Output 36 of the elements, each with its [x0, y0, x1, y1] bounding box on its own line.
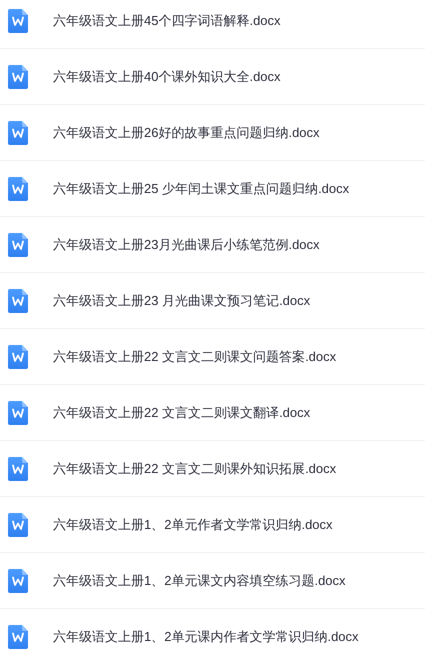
word-document-icon — [8, 120, 28, 144]
word-document-icon — [8, 456, 28, 480]
file-name: 六年级语文上册1、2单元作者文学常识归纳.docx — [53, 516, 333, 534]
file-row[interactable]: 六年级语文上册1、2单元作者文学常识归纳.docx — [0, 497, 425, 553]
file-row[interactable]: 六年级语文上册23月光曲课后小练笔范例.docx — [0, 217, 425, 273]
word-document-icon — [8, 568, 28, 592]
file-name: 六年级语文上册22 文言文二则课文问题答案.docx — [53, 348, 336, 366]
file-row[interactable]: 六年级语文上册26好的故事重点问题归纳.docx — [0, 105, 425, 161]
file-row[interactable]: 六年级语文上册22 文言文二则课文问题答案.docx — [0, 329, 425, 385]
file-name: 六年级语文上册23 月光曲课文预习笔记.docx — [53, 292, 310, 310]
word-document-icon — [8, 288, 28, 312]
file-name: 六年级语文上册23月光曲课后小练笔范例.docx — [53, 236, 320, 254]
file-name: 六年级语文上册1、2单元课内作者文学常识归纳.docx — [53, 628, 359, 646]
file-row[interactable]: 六年级语文上册1、2单元课内作者文学常识归纳.docx — [0, 609, 425, 660]
file-name: 六年级语文上册26好的故事重点问题归纳.docx — [53, 124, 320, 142]
word-document-icon — [8, 400, 28, 424]
file-row[interactable]: 六年级语文上册22 文言文二则课外知识拓展.docx — [0, 441, 425, 497]
file-name: 六年级语文上册1、2单元课文内容填空练习题.docx — [53, 572, 346, 590]
file-name: 六年级语文上册22 文言文二则课文翻译.docx — [53, 404, 310, 422]
file-name: 六年级语文上册25 少年闰土课文重点问题归纳.docx — [53, 180, 350, 198]
word-document-icon — [8, 512, 28, 536]
file-row[interactable]: 六年级语文上册25 少年闰土课文重点问题归纳.docx — [0, 161, 425, 217]
file-name: 六年级语文上册45个四字词语解释.docx — [53, 12, 281, 30]
file-row[interactable]: 六年级语文上册1、2单元课文内容填空练习题.docx — [0, 553, 425, 609]
file-row[interactable]: 六年级语文上册23 月光曲课文预习笔记.docx — [0, 273, 425, 329]
file-name: 六年级语文上册22 文言文二则课外知识拓展.docx — [53, 460, 336, 478]
file-row[interactable]: 六年级语文上册22 文言文二则课文翻译.docx — [0, 385, 425, 441]
word-document-icon — [8, 344, 28, 368]
file-row[interactable]: 六年级语文上册45个四字词语解释.docx — [0, 0, 425, 49]
file-name: 六年级语文上册40个课外知识大全.docx — [53, 68, 281, 86]
word-document-icon — [8, 176, 28, 200]
word-document-icon — [8, 64, 28, 88]
word-document-icon — [8, 624, 28, 648]
file-row[interactable]: 六年级语文上册40个课外知识大全.docx — [0, 49, 425, 105]
word-document-icon — [8, 8, 28, 32]
word-document-icon — [8, 232, 28, 256]
